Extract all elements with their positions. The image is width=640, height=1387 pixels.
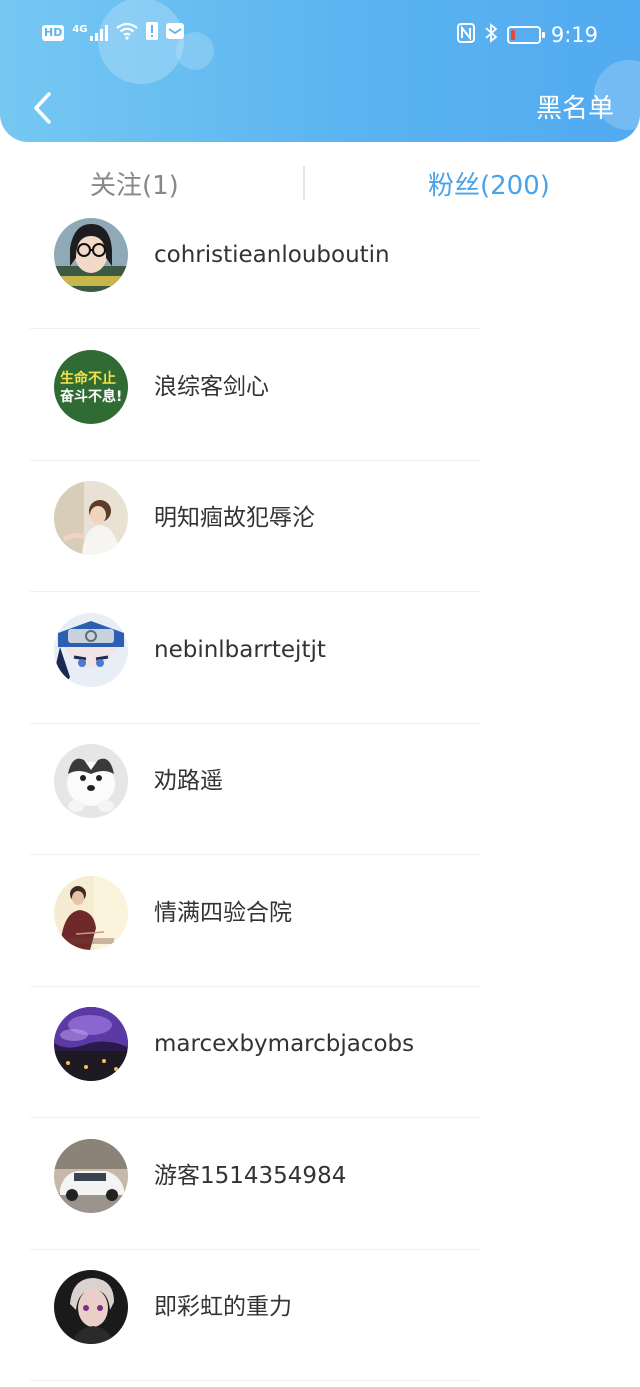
- avatar: [54, 744, 128, 818]
- chevron-left-icon: [34, 92, 51, 124]
- bluetooth-icon: [485, 23, 498, 47]
- avatar: [54, 1138, 128, 1213]
- row-divider: [30, 854, 480, 855]
- avatar: [54, 875, 128, 950]
- fans-list-page: HD 4G 9:19 黑名单 关注(1) 粉丝(200) cohristiean…: [0, 0, 640, 1387]
- fan-name: marcexbymarcbjacobs: [154, 1031, 415, 1057]
- avatar: [54, 1270, 128, 1344]
- status-left: HD 4G: [42, 22, 184, 44]
- avatar-text: 生命不止: [60, 370, 116, 387]
- row-divider: [30, 1380, 480, 1381]
- avatar: [54, 612, 128, 687]
- row-divider: [30, 591, 480, 592]
- list-item[interactable]: 生命不止 奋斗不息! 浪综客剑心: [0, 348, 640, 480]
- row-divider: [30, 1117, 480, 1118]
- header-bar: HD 4G 9:19 黑名单: [0, 0, 640, 142]
- status-bar: HD 4G 9:19: [0, 0, 640, 72]
- fan-name: 明知痼故犯辱沦: [154, 505, 315, 531]
- row-divider: [30, 722, 480, 724]
- row-divider: [30, 1248, 480, 1250]
- avatar: 生命不止 奋斗不息!: [54, 349, 128, 424]
- nfc-icon: [456, 23, 475, 47]
- alert-icon: [145, 22, 158, 44]
- avatar: [54, 1007, 128, 1081]
- tab-divider: [303, 166, 305, 200]
- list-item[interactable]: 劝路遥: [0, 742, 640, 874]
- list-item[interactable]: 即彩虹的重力: [0, 1268, 640, 1387]
- fan-name: 游客1514354984: [154, 1162, 347, 1189]
- list-item[interactable]: marcexbymarcbjacobs: [0, 1005, 640, 1137]
- tab-following[interactable]: 关注(1): [90, 166, 179, 206]
- fan-name: 劝路遥: [154, 768, 223, 794]
- status-time: 9:19: [550, 23, 598, 47]
- tab-bar: 关注(1) 粉丝(200): [0, 156, 640, 216]
- row-divider: [30, 985, 480, 987]
- fan-name: 情满四验合院: [154, 899, 292, 926]
- tab-fans[interactable]: 粉丝(200): [428, 166, 550, 206]
- avatar-text: 奋斗不息!: [59, 388, 122, 405]
- wifi-icon: [115, 22, 138, 44]
- signal-icon: 4G: [72, 25, 108, 41]
- fans-list: cohristieanlouboutin 生命不止 奋斗不息! 浪综客剑心 明知…: [0, 216, 640, 1387]
- avatar: [54, 481, 128, 555]
- fan-name: 即彩虹的重力: [154, 1294, 292, 1320]
- list-item[interactable]: nebinlbarrtejtjt: [0, 611, 640, 743]
- message-icon: [165, 23, 184, 43]
- avatar: [54, 218, 128, 292]
- list-item[interactable]: cohristieanlouboutin: [0, 216, 640, 348]
- fan-name: nebinlbarrtejtjt: [154, 636, 326, 663]
- fan-name: 浪综客剑心: [154, 373, 269, 400]
- fan-name: cohristieanlouboutin: [154, 242, 390, 268]
- battery-level: [510, 30, 515, 40]
- list-item[interactable]: 明知痼故犯辱沦: [0, 479, 640, 611]
- battery-icon: [506, 26, 545, 44]
- row-divider: [30, 328, 480, 329]
- blacklist-button[interactable]: 黑名单: [536, 92, 614, 126]
- back-button[interactable]: [22, 88, 62, 128]
- hd-badge: HD: [42, 25, 65, 41]
- status-right: 9:19: [456, 22, 598, 48]
- list-item[interactable]: 情满四验合院: [0, 874, 640, 1006]
- list-item[interactable]: 游客1514354984: [0, 1137, 640, 1269]
- row-divider: [30, 459, 480, 461]
